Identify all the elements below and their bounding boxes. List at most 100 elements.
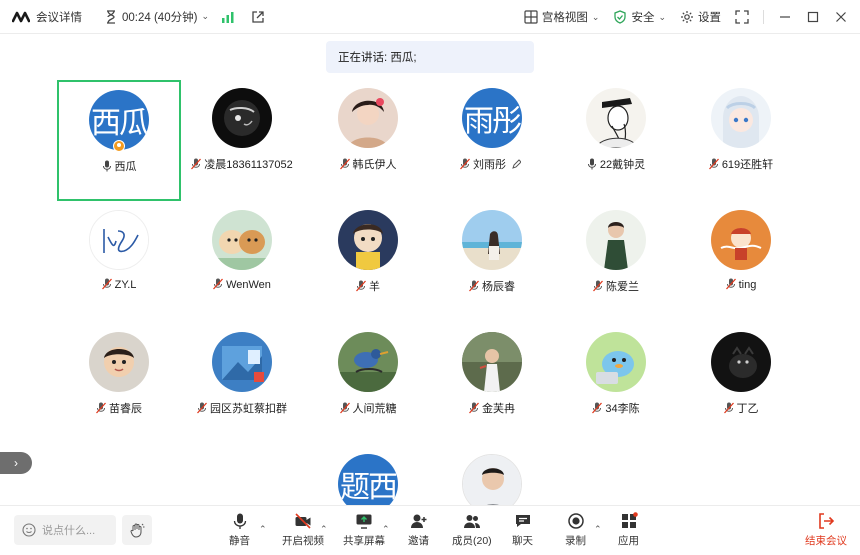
participant-tile[interactable]: 苗睿辰 — [57, 324, 181, 445]
avatar — [338, 210, 398, 270]
mute-label: 静音 — [229, 535, 250, 547]
microphone-muted-icon — [339, 158, 350, 170]
participant-name: 西瓜 — [114, 161, 137, 173]
pen-icon — [512, 159, 522, 169]
apps-button[interactable]: 应用 — [618, 512, 639, 548]
gear-icon — [681, 11, 693, 23]
settings-label: 设置 — [698, 12, 721, 24]
participant-tile[interactable]: 陈爱兰 — [554, 202, 678, 323]
mute-button[interactable]: 静音 — [229, 512, 250, 548]
participant-tile[interactable]: WenWen — [180, 202, 304, 323]
share-screen-icon — [356, 514, 372, 529]
chat-icon — [515, 515, 530, 527]
start-video-button[interactable]: 开启视频 — [282, 512, 324, 548]
participant-tile[interactable]: 杨辰睿 — [430, 202, 554, 323]
participant-name: 杨辰睿 — [482, 281, 515, 293]
chevron-down-icon: ⌄ — [658, 11, 666, 22]
participant-tile[interactable]: 雨彤 刘雨彤 — [430, 80, 554, 201]
microphone-muted-icon — [469, 280, 479, 292]
chevron-up-icon[interactable]: ⌃ — [320, 524, 328, 535]
end-meeting-label: 结束会议 — [805, 535, 847, 547]
chevron-up-icon[interactable]: ⌃ — [594, 524, 602, 535]
microphone-icon — [102, 160, 111, 172]
participant-tile[interactable]: 丁乙 — [679, 324, 803, 445]
participant-name: 22戴钟灵 — [599, 159, 646, 171]
record-icon — [567, 513, 584, 529]
divider — [763, 10, 764, 24]
microphone-muted-icon — [339, 402, 350, 414]
share-screen-button[interactable]: 共享屏幕 — [343, 512, 385, 548]
avatar — [338, 88, 398, 148]
participant-tile[interactable]: 34李陈 — [554, 324, 678, 445]
microphone-muted-icon — [708, 158, 719, 170]
speaking-indicator: 正在讲话: 西瓜; — [326, 41, 534, 73]
avatar — [212, 210, 272, 270]
microphone-muted-icon — [725, 278, 736, 290]
members-label: 成员(20) — [452, 535, 492, 547]
apps-label: 应用 — [618, 535, 639, 547]
participant-name: 金芙冉 — [482, 403, 515, 415]
microphone-muted-icon — [459, 158, 470, 170]
fullscreen-icon[interactable] — [735, 10, 749, 24]
participant-tile[interactable]: ting — [679, 202, 803, 323]
participant-name: 619还胜轩 — [721, 159, 774, 171]
record-button[interactable]: 录制 — [565, 512, 586, 548]
participant-tile[interactable]: 西瓜 西瓜 — [57, 80, 181, 201]
meeting-timer[interactable]: 00:24 (40分钟) ⌄ — [104, 9, 209, 25]
participant-tile[interactable]: 人间荒糖 — [306, 324, 430, 445]
invite-user-icon — [410, 514, 426, 528]
gallery-view-button[interactable]: 宫格视图 ⌄ — [524, 9, 599, 25]
participant-tile[interactable]: 羊 — [306, 202, 430, 323]
microphone-muted-icon — [469, 402, 479, 414]
participant-name: 凌晨18361137052 — [204, 159, 293, 171]
members-icon — [463, 515, 480, 528]
participant-name: 苗睿辰 — [109, 403, 142, 415]
members-button[interactable]: 成员(20) — [452, 512, 492, 548]
quick-chat-input[interactable]: 说点什么... — [14, 515, 116, 545]
expand-panel-button[interactable]: › — [0, 452, 32, 474]
avatar — [711, 332, 771, 392]
participant-tile[interactable]: 金芙冉 — [430, 324, 554, 445]
participant-tile[interactable]: 22戴钟灵 — [554, 80, 678, 201]
chevron-up-icon[interactable]: ⌃ — [382, 524, 390, 535]
avatar: 雨彤 — [462, 88, 522, 148]
microphone-muted-icon — [356, 280, 366, 292]
minimize-icon[interactable] — [778, 10, 792, 24]
avatar — [586, 332, 646, 392]
top-bar: 会议详情 00:24 (40分钟) ⌄ 宫格视图 ⌄ 安全 ⌄ 设置 — [0, 0, 860, 34]
security-label: 安全 — [631, 12, 655, 24]
participant-name: 34李陈 — [605, 403, 640, 415]
avatar — [462, 332, 522, 392]
signal-strength-icon[interactable] — [221, 10, 235, 24]
microphone-muted-icon — [592, 402, 603, 414]
microphone-muted-icon — [197, 402, 207, 414]
participant-tile[interactable]: 凌晨18361137052 — [180, 80, 304, 201]
popout-icon[interactable] — [251, 10, 265, 24]
avatar — [212, 88, 272, 148]
raise-hand-button[interactable] — [122, 515, 152, 545]
exit-icon — [819, 513, 835, 529]
emoji-icon[interactable] — [22, 523, 36, 537]
invite-label: 邀请 — [408, 535, 429, 547]
avatar — [711, 210, 771, 270]
participant-tile[interactable]: 619还胜轩 — [679, 80, 803, 201]
participant-name: ZY.L — [114, 279, 137, 291]
chat-button[interactable]: 聊天 — [512, 512, 533, 548]
participant-name: 园区苏虹蔡扣群 — [210, 403, 287, 415]
maximize-icon[interactable] — [806, 10, 820, 24]
meeting-details-link[interactable]: 会议详情 — [36, 9, 82, 25]
avatar — [89, 332, 149, 392]
participant-name: 人间荒糖 — [352, 403, 397, 415]
settings-button[interactable]: 设置 — [680, 9, 721, 25]
participant-tile[interactable]: ZY.L — [57, 202, 181, 323]
security-button[interactable]: 安全 ⌄ — [613, 9, 666, 25]
record-label: 录制 — [565, 535, 586, 547]
invite-button[interactable]: 邀请 — [408, 512, 429, 548]
chat-label: 聊天 — [512, 535, 533, 547]
close-icon[interactable] — [834, 10, 848, 24]
end-meeting-button[interactable]: 结束会议 — [805, 512, 847, 548]
participant-tile[interactable]: 韩氏伊人 — [306, 80, 430, 201]
chevron-up-icon[interactable]: ⌃ — [259, 524, 267, 535]
participant-name: 羊 — [369, 281, 380, 293]
participant-tile[interactable]: 园区苏虹蔡扣群 — [180, 324, 304, 445]
